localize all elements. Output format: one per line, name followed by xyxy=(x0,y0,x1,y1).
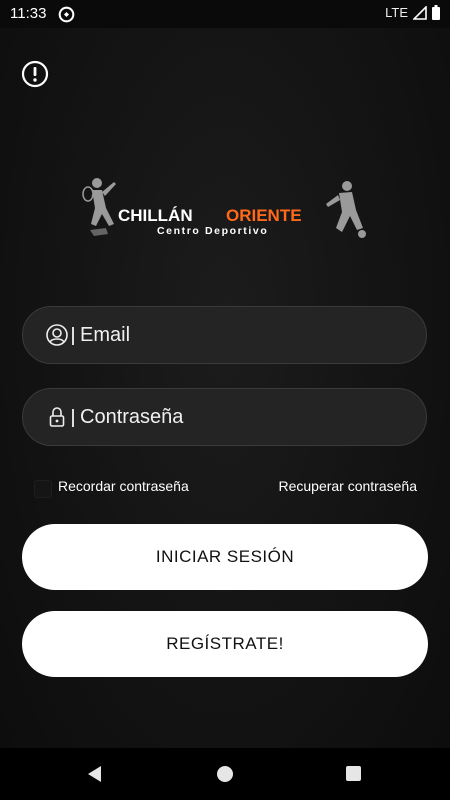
notification-app-icon xyxy=(58,6,75,23)
network-type: LTE xyxy=(385,5,408,20)
logo-tagline: Centro Deportivo xyxy=(157,225,268,237)
user-circle-icon xyxy=(46,324,68,346)
soccer-player-silhouette xyxy=(326,181,366,238)
register-button[interactable]: REGÍSTRATE! xyxy=(22,611,428,677)
logo-brand-white: CHILLÁN xyxy=(118,206,193,225)
back-icon[interactable] xyxy=(86,765,104,783)
recent-apps-icon[interactable] xyxy=(346,766,361,781)
signal-icon xyxy=(413,5,427,20)
tennis-player-silhouette xyxy=(82,178,116,236)
login-button[interactable]: INICIAR SESIÓN xyxy=(22,524,428,590)
status-time: 11:33 xyxy=(10,5,47,22)
password-input[interactable] xyxy=(80,389,410,445)
email-separator xyxy=(72,327,74,345)
logo-graphic: CHILLÁN ORIENTE Centro Deportivo xyxy=(82,178,366,238)
logo-brand-orange: ORIENTE xyxy=(226,206,302,225)
login-screen: 11:33 LTE CHILLÁN ORIENTE Centro Deporti… xyxy=(0,0,450,800)
password-field[interactable] xyxy=(22,388,427,446)
alert-circle-icon[interactable] xyxy=(21,60,49,88)
remember-row: Recordar contraseña Recuperar contraseña xyxy=(22,476,427,498)
email-input[interactable] xyxy=(80,307,410,363)
lock-icon xyxy=(49,407,65,427)
recover-password-link[interactable]: Recuperar contraseña xyxy=(278,478,417,494)
remember-label[interactable]: Recordar contraseña xyxy=(58,478,189,494)
system-nav-bar xyxy=(0,748,450,800)
email-field[interactable] xyxy=(22,306,427,364)
status-bar: 11:33 LTE xyxy=(0,0,450,28)
battery-icon xyxy=(432,5,440,20)
chillan-oriente-logo: CHILLÁN ORIENTE Centro Deportivo xyxy=(80,168,370,254)
password-separator xyxy=(72,409,74,427)
status-indicators: LTE xyxy=(385,5,440,20)
remember-checkbox[interactable] xyxy=(34,480,52,498)
home-icon[interactable] xyxy=(217,766,233,782)
